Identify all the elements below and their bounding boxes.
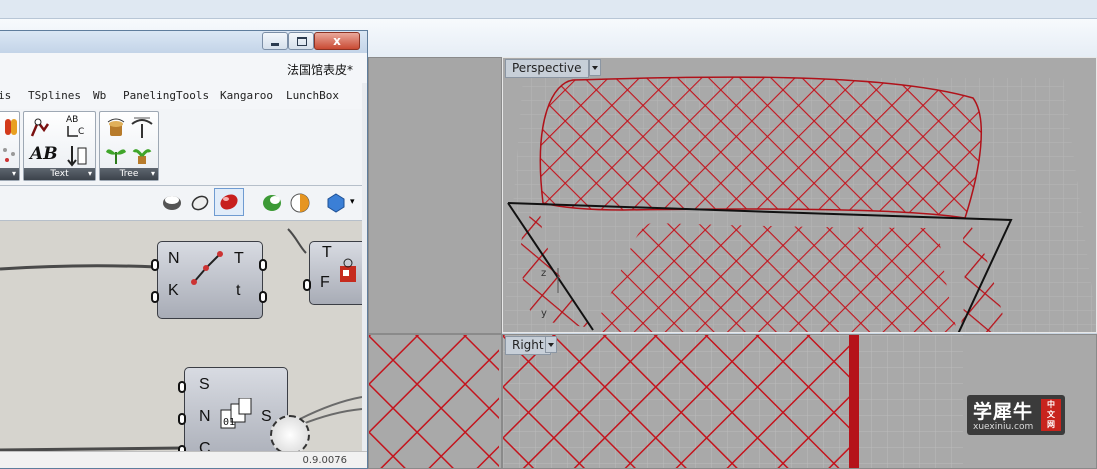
evaluate-curve-component[interactable]: N K T t <box>157 241 263 319</box>
palm-tree-icon[interactable] <box>130 116 154 140</box>
input-k-port[interactable] <box>151 291 159 303</box>
output-t-top-label: T <box>322 244 332 261</box>
input-f-label: F <box>320 274 330 291</box>
ribbon-panel-text: AB C AB Text <box>23 111 96 181</box>
preview-wire-icon[interactable] <box>188 191 212 215</box>
shell-roof <box>539 76 982 219</box>
preview-selected-toggle[interactable] <box>214 188 244 216</box>
output-t2-label: t <box>236 282 241 299</box>
document-title: 法国馆表皮* <box>286 63 353 77</box>
ribbon-panel-previous <box>0 111 20 181</box>
display-mode-icon[interactable] <box>288 191 312 215</box>
left-viewport[interactable] <box>368 334 502 469</box>
input-s-port[interactable] <box>178 381 186 393</box>
ribbon: AB C AB Text Tree <box>0 109 367 186</box>
tree-graft-icon[interactable] <box>130 142 154 166</box>
binary-list-icon: 01 <box>220 398 252 429</box>
right-viewport-dropdown[interactable] <box>545 336 557 353</box>
tab-kangaroo[interactable]: Kangaroo <box>220 89 273 102</box>
rhino-menu-strip <box>0 0 1097 19</box>
tree-stump-icon[interactable] <box>104 116 128 140</box>
status-bar: 0.9.0076 <box>0 451 367 468</box>
output-t2-port[interactable] <box>259 291 267 303</box>
maximize-button[interactable] <box>288 32 314 50</box>
window-titlebar[interactable]: x <box>0 31 367 53</box>
output-t-label: T <box>234 250 244 267</box>
grasshopper-window: x 法国馆表皮* is TSplines Wb PanelingTools Ka… <box>0 30 368 469</box>
sort-text-icon[interactable] <box>66 144 90 168</box>
axis-y-label: y <box>541 308 547 319</box>
puppet-icon[interactable] <box>0 116 21 140</box>
toolbox-icon <box>340 258 356 282</box>
panel-footer-previous[interactable] <box>0 168 19 180</box>
tab-lunchbox[interactable]: LunchBox <box>286 89 339 102</box>
version-label: 0.9.0076 <box>302 455 347 466</box>
svg-text:01: 01 <box>223 417 235 428</box>
grasshopper-canvas[interactable]: N K T t F T S N C S 01 <box>0 221 362 457</box>
axis-z-label: z <box>541 268 546 279</box>
close-button[interactable]: x <box>314 32 360 50</box>
tab-is[interactable]: is <box>0 89 11 102</box>
text-style-label[interactable]: AB <box>30 144 58 164</box>
top-viewport[interactable] <box>368 57 502 334</box>
watermark-url: xuexiniu.com <box>973 422 1034 432</box>
watermark: 学犀牛 xuexiniu.com 中文网 <box>967 395 1065 435</box>
input-n-label: N <box>168 250 180 267</box>
input-s-label: S <box>199 376 210 393</box>
minimize-button[interactable] <box>262 32 288 50</box>
scatter-points-icon[interactable] <box>0 142 21 166</box>
sprout-icon[interactable] <box>104 142 128 166</box>
canvas-toolbar: ▾ <box>0 186 367 221</box>
left-view-scene <box>369 335 501 468</box>
text-tag-icon[interactable] <box>28 116 52 140</box>
perspective-viewport-dropdown[interactable] <box>589 59 601 76</box>
input-n2-port[interactable] <box>178 413 186 425</box>
sphere-icon[interactable] <box>324 191 348 215</box>
canvas-scrollbar[interactable] <box>362 83 367 468</box>
input-f-port[interactable] <box>303 279 311 291</box>
close-icon: x <box>333 34 341 48</box>
curve-divide-icon <box>191 251 223 285</box>
ribbon-panel-tree: Tree <box>99 111 159 181</box>
input-k-label: K <box>168 282 179 299</box>
tab-panelingtools[interactable]: PanelingTools <box>123 89 209 102</box>
output-t-port[interactable] <box>259 259 267 271</box>
perspective-viewport-title[interactable]: Perspective <box>505 59 589 78</box>
bake-icon[interactable] <box>260 191 284 215</box>
chevron-down-icon[interactable]: ▾ <box>350 197 355 207</box>
right-viewport[interactable]: Right 学犀牛 xuexiniu.com 中文网 <box>502 334 1097 469</box>
tab-tsplines[interactable]: TSplines <box>28 89 81 102</box>
shell-front <box>593 223 958 332</box>
tab-wb[interactable]: Wb <box>93 89 106 102</box>
preview-shaded-icon[interactable] <box>160 191 184 215</box>
watermark-badge: 中文网 <box>1041 399 1061 431</box>
document-bar: 法国馆表皮* <box>0 53 367 84</box>
text-join-icon[interactable] <box>64 120 88 144</box>
panel-footer-text[interactable]: Text <box>24 168 95 180</box>
input-n2-label: N <box>199 408 211 425</box>
component-tabs: is TSplines Wb PanelingTools Kangaroo Lu… <box>0 83 367 109</box>
partial-component[interactable]: F T <box>309 241 362 305</box>
input-n-port[interactable] <box>151 259 159 271</box>
output-s-wheel-icon[interactable] <box>270 415 310 455</box>
panel-footer-tree[interactable]: Tree <box>100 168 158 180</box>
perspective-scene: z y <box>503 58 1096 332</box>
right-viewport-title[interactable]: Right <box>505 336 551 355</box>
preview-selected-icon <box>220 194 238 210</box>
watermark-title: 学犀牛 <box>973 401 1034 423</box>
output-s-label: S <box>261 408 272 425</box>
perspective-viewport[interactable]: z y Perspective <box>502 57 1097 333</box>
